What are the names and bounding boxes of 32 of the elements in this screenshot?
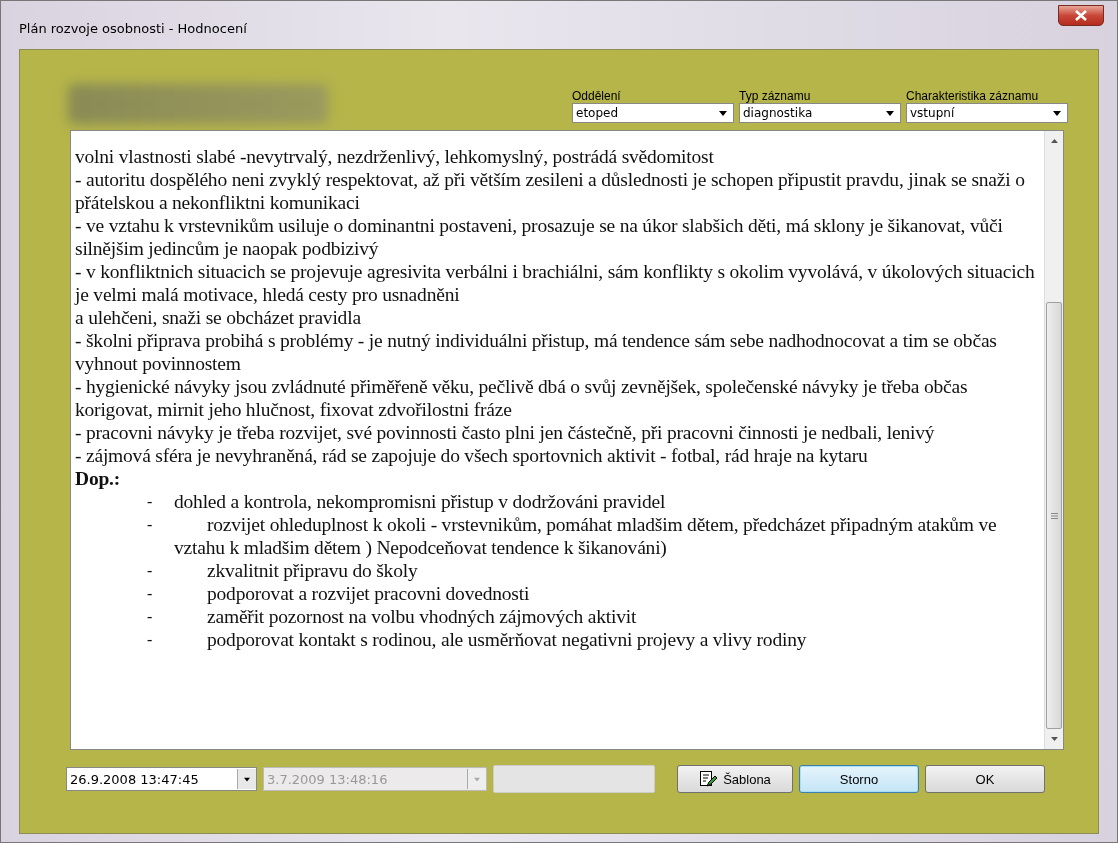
text-paragraph: - zájmová sféra je nevyhraněná, rád se zapojuje do všech sportovnich aktivit - fotbal, rád hraje na kytaru [75,444,869,467]
filter-label: Typ záznamu [739,89,812,103]
list-dash: - [146,561,154,581]
list-dash: - [146,584,154,604]
text-paragraph: a ulehčeni, snaži se obcházet pravidla [75,306,362,329]
filter-label: Charakteristika záznamu [906,89,1040,103]
list-item-text: zkvalitnit připravu do školy [206,559,419,582]
list-item-text: dohled a kontrola, nekompromisni přistup v dodržováni pravidel [174,490,667,513]
text-paragraph: volni vlastnosti slabé -nevytrvalý, nezdrženlivý, lehkomyslný, postrádá svědomitost [75,145,715,168]
date-dropdown[interactable]: 26.9.2008 13:47:45 [66,767,257,791]
text-paragraph: - ve vztahu k vrstevnikům usiluje o dominantni postaveni, prosazuje se na úkor slabšich děti, má sklony je šikanovat, vůči silnějšim jedincům je naopak podbizivý [75,214,1004,260]
list-dash: - [146,630,154,650]
filter-label: Oddělení [572,89,622,103]
dialog-button[interactable]: OK [925,765,1045,793]
section-heading: Dop.: [75,467,122,490]
text-paragraph: - školni připrava probihá s problémy - je nutný individuálni přistup, má tendence sám sebe nadhodnocovat a tim se občas vyhnout povinnostem [75,329,998,375]
text-paragraph: - hygienické návyky jsou zvládnuté přiměřeně věku, pečlivě dbá o svůj zevnějšek, společenské návyky je třeba občas korigovat, mirnit jeho hlučnost, fixovat zdvořilostni fráze [75,375,969,421]
list-item-text: rozvijet ohleduplnost k okoli - vrstevnikům, pomáhat mladšim dětem, předcházet připadným atakům ve vztahu k mladšim dětem ) Nepodceňovat tendence k šikanováni) [174,513,998,559]
list-item-text: zaměřit pozornost na volbu vhodných zájmových aktivit [206,605,638,628]
list-item-text: podporovat a rozvijet pracovni dovednosti [206,582,531,605]
window-title: Plán rozvoje osobnosti - Hodnocení [19,21,247,36]
dropdown[interactable]: etoped [572,103,734,123]
dropdown[interactable]: vstupní [906,103,1068,123]
list-dash: - [146,515,154,535]
list-item-text: podporovat kontakt s rodinou, ale usměrňovat negativni projevy a vlivy rodiny [206,628,808,651]
text-paragraph: - autoritu dospělého neni zvyklý respektovat, až při větším zesileni a důslednosti je schopen připustit pravdu, jinak se snaži o přátelskou a nekonfliktni komunikaci [75,168,1026,214]
dialog-button[interactable]: Storno [799,765,919,793]
list-dash: - [146,607,154,627]
dropdown[interactable]: diagnostika [739,103,901,123]
template-button[interactable]: Šablona [677,765,793,793]
text-paragraph: - pracovni návyky je třeba rozvijet, své povinnosti často plni jen částečně, při pracovni činnosti je nedbali, lenivý [75,421,936,444]
list-dash: - [146,492,154,512]
